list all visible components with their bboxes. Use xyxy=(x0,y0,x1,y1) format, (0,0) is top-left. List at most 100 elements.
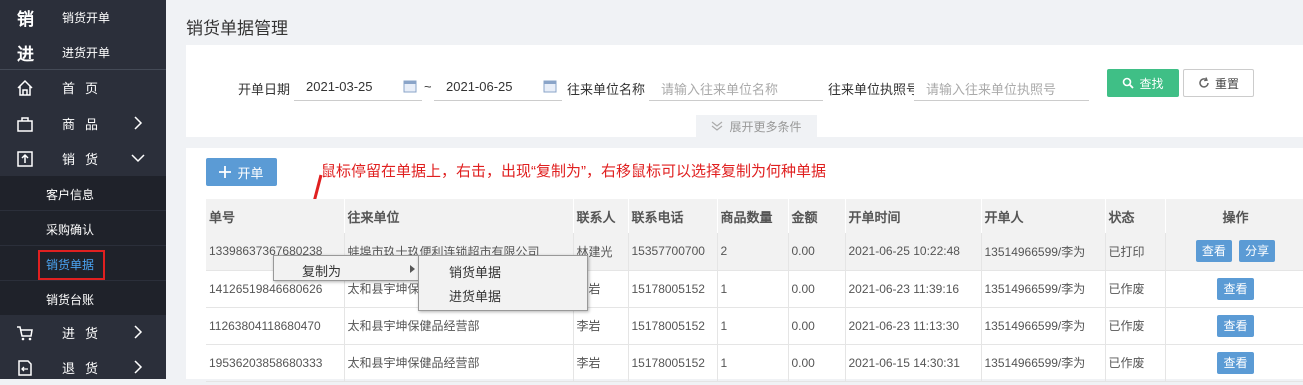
sidebar: 销 销货开单 进 进货开单 首页 商品 销货 客户信息 采购确认 销货单据 销货… xyxy=(0,0,166,379)
nav-goods-label: 商品 xyxy=(62,117,109,132)
view-button[interactable]: 查看 xyxy=(1217,351,1254,374)
date-label: 开单日期 xyxy=(238,82,291,97)
submenu-arrow-icon xyxy=(410,265,415,273)
main-content: 销货单据管理 开单日期 2021-03-25 ~ 2021-06-25 往来单位… xyxy=(166,0,1303,382)
col-header: 商品数量 xyxy=(717,199,789,233)
sub-customer-info-label: 客户信息 xyxy=(46,188,95,202)
expand-more-label: 展开更多条件 xyxy=(729,119,802,134)
view-button[interactable]: 查看 xyxy=(1217,277,1254,300)
submenu-item-sales-doc[interactable]: 销货单据 xyxy=(449,262,501,281)
nav-home[interactable]: 首页 xyxy=(0,70,166,105)
quick-sales-glyph: 销 xyxy=(17,9,34,29)
export-icon xyxy=(17,151,33,167)
col-header: 操作 xyxy=(1165,199,1303,233)
share-button[interactable]: 分享 xyxy=(1239,240,1276,263)
cell-status: 已作废 xyxy=(1105,270,1166,308)
open-bill-button[interactable]: 开单 xyxy=(206,158,277,186)
calendar-icon[interactable] xyxy=(403,79,417,93)
table-row[interactable]: 11263804118680470 太和县宇坤保健品经营部 李岩 1517800… xyxy=(206,307,1303,345)
cell-phone: 15178005152 xyxy=(628,270,718,308)
context-menu: 复制为 xyxy=(273,255,419,281)
table-header: 单号 往来单位 联系人 联系电话 商品数量 金额 开单时间 开单人 状态 操作 xyxy=(206,199,1303,233)
nav-purchase[interactable]: 进货 xyxy=(0,315,166,350)
cell-time: 2021-06-25 10:22:48 xyxy=(845,233,982,271)
nav-returns[interactable]: 退货 xyxy=(0,350,166,385)
expand-more-button[interactable]: 展开更多条件 xyxy=(696,115,817,137)
instruction-note: 鼠标停留在单据上，右击，出现“复制为”，右移鼠标可以选择复制为何种单据 xyxy=(321,163,826,180)
cell-phone: 15178005152 xyxy=(628,344,718,382)
cell-contact: 李岩 xyxy=(573,307,629,345)
cell-time: 2021-06-23 11:13:30 xyxy=(845,307,982,345)
sub-sales-ledger-label: 销货台账 xyxy=(46,293,95,307)
cart-icon xyxy=(17,326,33,341)
unit-name-input[interactable]: 请输入往来单位名称 xyxy=(649,75,823,101)
cell-time: 2021-06-23 11:39:16 xyxy=(845,270,982,308)
cell-no: 11263804118680470 xyxy=(206,307,345,345)
cell-ops: 查看 xyxy=(1165,270,1303,308)
calendar-icon[interactable] xyxy=(543,79,557,93)
quick-purchase-open[interactable]: 进 进货开单 xyxy=(0,35,166,69)
cell-unit: 太和县宇坤保健品经营部 xyxy=(344,344,574,382)
table-row[interactable]: 19536203858680333 太和县宇坤保健品经营部 李岩 1517800… xyxy=(206,344,1303,382)
date-separator: ~ xyxy=(424,79,432,94)
col-header: 开单时间 xyxy=(845,199,982,233)
cell-creator: 13514966599/李为 xyxy=(981,344,1106,382)
col-header: 单号 xyxy=(206,199,345,233)
reset-button[interactable]: 重置 xyxy=(1183,69,1254,97)
context-submenu: 销货单据 进货单据 xyxy=(418,255,588,311)
reset-button-label: 重置 xyxy=(1214,76,1239,91)
col-header: 联系电话 xyxy=(628,199,718,233)
license-input[interactable]: 请输入往来单位执照号 xyxy=(914,75,1089,101)
sub-purchase-confirm-label: 采购确认 xyxy=(46,223,95,237)
nav-returns-label: 退货 xyxy=(62,361,109,376)
refresh-icon xyxy=(1199,77,1209,88)
cell-creator: 13514966599/李为 xyxy=(981,307,1106,345)
search-icon xyxy=(1123,77,1135,89)
cell-qty: 1 xyxy=(717,307,789,345)
cell-ops: 查看 xyxy=(1165,344,1303,382)
license-label: 往来单位执照号 xyxy=(828,82,914,97)
nav-goods[interactable]: 商品 xyxy=(0,106,166,141)
quick-purchase-glyph: 进 xyxy=(17,44,34,64)
double-chevron-down-icon xyxy=(712,121,723,131)
cell-amount: 0.00 xyxy=(788,344,846,382)
col-header: 金额 xyxy=(788,199,846,233)
view-button[interactable]: 查看 xyxy=(1195,240,1232,263)
cell-contact: 李岩 xyxy=(573,344,629,382)
quick-sales-open[interactable]: 销 销货开单 xyxy=(0,0,166,34)
cell-status: 已打印 xyxy=(1105,233,1166,271)
cell-qty: 1 xyxy=(717,270,789,308)
cell-qty: 2 xyxy=(717,233,789,271)
quick-purchase-label: 进货开单 xyxy=(62,45,111,60)
nav-purchase-label: 进货 xyxy=(62,326,109,341)
submenu-item-purchase-doc[interactable]: 进货单据 xyxy=(449,286,501,305)
find-button[interactable]: 查找 xyxy=(1107,69,1179,97)
sub-sales-ledger[interactable]: 销货台账 xyxy=(0,281,166,315)
cell-amount: 0.00 xyxy=(788,233,846,271)
nav-sales[interactable]: 销货 xyxy=(0,141,166,176)
chevron-down-icon xyxy=(131,154,145,163)
chevron-right-icon xyxy=(134,360,143,374)
cell-ops: 查看 xyxy=(1165,307,1303,345)
sub-customer-info[interactable]: 客户信息 xyxy=(0,176,166,210)
quick-sales-label: 销货开单 xyxy=(62,10,111,25)
col-header: 状态 xyxy=(1105,199,1166,233)
cell-status: 已作废 xyxy=(1105,307,1166,345)
bills-table: 单号 往来单位 联系人 联系电话 商品数量 金额 开单时间 开单人 状态 操作 … xyxy=(206,199,1303,382)
context-menu-copy-as[interactable]: 复制为 xyxy=(302,261,341,280)
chevron-right-icon xyxy=(134,116,143,130)
view-button[interactable]: 查看 xyxy=(1217,314,1254,337)
cell-creator: 13514966599/李为 xyxy=(981,233,1106,271)
bag-icon xyxy=(17,117,33,132)
page-title: 销货单据管理 xyxy=(186,19,288,38)
sub-purchase-confirm[interactable]: 采购确认 xyxy=(0,211,166,245)
cell-status: 已作废 xyxy=(1105,344,1166,382)
home-icon xyxy=(17,79,33,96)
nav-home-label: 首页 xyxy=(62,81,109,96)
find-button-label: 查找 xyxy=(1139,76,1164,91)
open-bill-label: 开单 xyxy=(237,165,264,181)
cell-creator: 13514966599/李为 xyxy=(981,270,1106,308)
chevron-right-icon xyxy=(134,325,143,339)
cell-unit: 太和县宇坤保健品经营部 xyxy=(344,307,574,345)
cell-phone: 15178005152 xyxy=(628,307,718,345)
